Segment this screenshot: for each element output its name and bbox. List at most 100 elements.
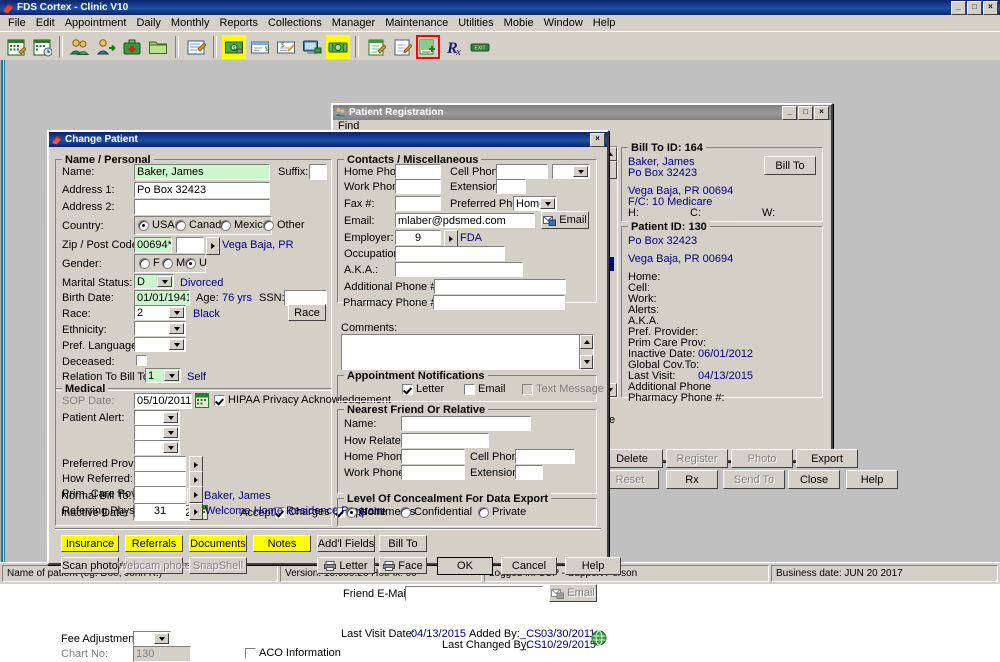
zip-lookup-button[interactable] [206, 237, 220, 255]
menu-item-edit[interactable]: Edit [31, 16, 60, 30]
change-patient-cancel-button[interactable]: Cancel [501, 557, 557, 575]
electronic-claims-icon[interactable] [300, 35, 324, 59]
referring-physician-lookup-button[interactable] [189, 503, 203, 520]
menu-item-reports[interactable]: Reports [214, 16, 263, 30]
concealment-radio-none[interactable]: None [346, 506, 386, 518]
check-write-icon[interactable]: $ [274, 35, 298, 59]
referring-physician-input[interactable]: 31 [134, 503, 186, 518]
birth-date-input[interactable]: 01/01/1941 [134, 290, 190, 306]
chevron-down-icon[interactable] [169, 307, 184, 318]
ethnicity-select[interactable] [134, 321, 186, 336]
notes-icon[interactable] [390, 35, 414, 59]
chevron-down-icon[interactable] [154, 633, 169, 644]
relative-how-related-input[interactable] [401, 433, 489, 448]
address2-input[interactable] [134, 199, 270, 215]
chevron-down-icon[interactable] [169, 323, 184, 334]
race-select[interactable]: 2 [134, 305, 186, 320]
patient-alert-select-3[interactable] [134, 440, 180, 455]
comments-scrollbar[interactable] [579, 335, 593, 369]
concealment-radio-private[interactable]: Private [478, 506, 526, 518]
fax-input[interactable] [395, 196, 441, 211]
additional-phone-input[interactable] [434, 279, 566, 294]
name-input[interactable]: Baker, James [134, 164, 270, 180]
zip-ext-input[interactable] [176, 237, 204, 253]
deceased-checkbox[interactable] [136, 355, 150, 366]
maximize-button[interactable]: □ [967, 1, 982, 15]
marital-status-select[interactable]: D [134, 274, 174, 289]
menu-item-utilities[interactable]: Utilities [453, 16, 498, 30]
menu-item-daily[interactable]: Daily [131, 16, 165, 30]
check-payment-icon[interactable]: $ [248, 35, 272, 59]
email-button[interactable]: Email [541, 211, 589, 229]
country-radio-other[interactable]: Other [263, 219, 305, 231]
registration-delete-button[interactable]: Delete [601, 449, 663, 468]
chevron-down-icon[interactable] [163, 412, 178, 423]
close-button[interactable]: × [983, 1, 998, 15]
registration-close-button[interactable]: Close [788, 470, 840, 489]
gender-radio-m[interactable]: M [162, 257, 185, 269]
relative-extension-input[interactable] [515, 465, 543, 480]
menu-item-manager[interactable]: Manager [327, 16, 380, 30]
home-phone-input[interactable] [395, 164, 441, 179]
registration-close-button[interactable]: × [814, 106, 829, 120]
relative-name-input[interactable] [401, 416, 531, 431]
calendar-edit-icon[interactable] [4, 35, 28, 59]
country-radio-usa[interactable]: USA [138, 219, 175, 231]
menu-item-mobie[interactable]: Mobie [499, 16, 539, 30]
race-button[interactable]: Race [288, 304, 326, 321]
employer-input[interactable]: 9 [395, 230, 441, 245]
change-patient-bill-to-button[interactable]: Bill To [379, 535, 427, 552]
relative-cell-phone-input[interactable] [515, 449, 575, 464]
billto-button[interactable]: Bill To [764, 156, 816, 175]
scroll-up-button[interactable] [580, 335, 593, 349]
scroll-down-button[interactable] [580, 355, 593, 369]
concealment-radio-confidential[interactable]: Confidential [400, 506, 472, 518]
employer-lookup-button[interactable] [444, 230, 458, 247]
claims-icon[interactable] [184, 35, 208, 59]
change-patient-dialog[interactable]: Change Patient × Name / Personal Name: B… [47, 130, 609, 565]
registration-help-button[interactable]: Help [846, 470, 898, 489]
change-patient-ok-button[interactable]: OK [437, 557, 493, 575]
change-patient-referrals-button[interactable]: Referrals [125, 535, 183, 552]
patient-checkin-icon[interactable] [94, 35, 118, 59]
gender-radio-f[interactable]: F [139, 257, 160, 269]
chevron-down-icon[interactable] [157, 276, 172, 287]
relation-billto-select[interactable]: 1 [145, 368, 181, 383]
relative-work-phone-input[interactable] [401, 465, 465, 480]
fee-adjustment-select[interactable] [133, 631, 171, 646]
country-radio-mexico[interactable]: Mexico [220, 219, 269, 231]
money-ledger-icon[interactable]: $ [222, 35, 246, 59]
email-input[interactable]: mlaber@pdsmed.com [395, 213, 535, 228]
folder-icon[interactable] [146, 35, 170, 59]
registration-icon[interactable] [416, 35, 440, 59]
cell-carrier-select[interactable] [552, 164, 590, 179]
extension-input[interactable] [496, 179, 526, 194]
minimize-button[interactable]: _ [951, 1, 966, 15]
chevron-down-icon[interactable] [163, 427, 178, 438]
change-patient-help-button[interactable]: Help [565, 557, 621, 575]
change-patient-notes-button[interactable]: Notes [253, 535, 311, 552]
exit-icon[interactable]: EXIT [468, 35, 492, 59]
menu-item-maintenance[interactable]: Maintenance [380, 16, 453, 30]
chevron-down-icon[interactable] [573, 166, 588, 177]
suffix-input[interactable] [309, 164, 327, 180]
menu-item-window[interactable]: Window [539, 16, 588, 30]
registration-rx-button[interactable]: Rx [666, 470, 718, 489]
menu-item-appointment[interactable]: Appointment [60, 16, 132, 30]
medical-bag-icon[interactable] [120, 35, 144, 59]
sop-date-input[interactable]: 05/10/2011 [134, 393, 192, 409]
calendar-clock-icon[interactable] [30, 35, 54, 59]
chevron-down-icon[interactable] [540, 198, 555, 209]
prescription-rx-icon[interactable]: Rx [442, 35, 466, 59]
change-patient-close-button[interactable]: × [590, 133, 605, 147]
preferred-provider-input[interactable] [134, 456, 186, 471]
globe-icon[interactable] [591, 630, 607, 646]
sop-date-calendar-icon[interactable] [195, 393, 209, 408]
occupation-input[interactable] [395, 246, 505, 261]
pref-language-select[interactable] [134, 337, 186, 352]
registration-maximize-button[interactable]: □ [798, 106, 813, 120]
change-patient-add-l-fields-button[interactable]: Add'l Fields [317, 535, 375, 552]
clipboard-icon[interactable] [364, 35, 388, 59]
prim-care-prov-input[interactable] [134, 486, 186, 501]
work-phone-input[interactable] [395, 179, 441, 194]
